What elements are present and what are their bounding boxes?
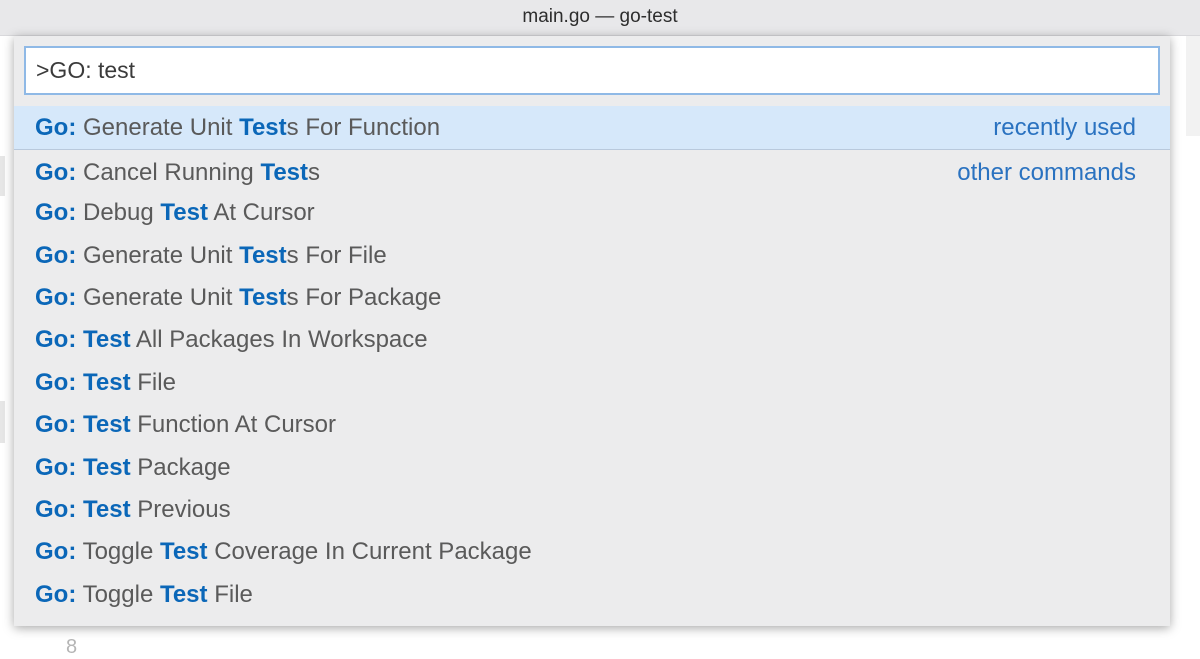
command-text: s — [308, 159, 321, 186]
command-match-highlight: Test — [83, 369, 131, 396]
command-match-highlight: Test — [160, 199, 208, 226]
title-bar: main.go — go-test — [0, 0, 1200, 36]
command-prefix: Go: — [35, 581, 77, 608]
command-item[interactable]: Go: Test File — [14, 361, 1170, 405]
command-match-highlight: Test — [260, 159, 309, 186]
command-match-highlight: Test — [83, 496, 131, 523]
command-item-label: Go: Generate Unit Tests For Package — [35, 284, 441, 312]
command-prefix: Go: — [35, 369, 77, 396]
command-item[interactable]: Go: Generate Unit Tests For Function rece… — [14, 106, 1170, 150]
command-item-label: Go: Toggle Test File — [35, 581, 253, 609]
command-prefix: Go: — [35, 454, 77, 481]
command-item[interactable]: Go: Toggle Test File — [14, 573, 1170, 617]
command-item[interactable]: Go: Debug Test At Cursor — [14, 191, 1170, 235]
command-prefix: Go: — [35, 199, 77, 226]
command-item-label: Go: Debug Test At Cursor — [35, 199, 315, 227]
command-item-label: Go: Cancel Running Tests — [35, 159, 320, 187]
command-text — [76, 369, 83, 396]
command-item[interactable]: Go: Generate Unit Tests For Package — [14, 276, 1170, 320]
command-text — [76, 326, 83, 353]
command-group-label: recently used — [993, 114, 1136, 141]
editor-scroll-edge — [1186, 36, 1200, 136]
command-item[interactable]: Go: Test Package — [14, 446, 1170, 490]
command-text — [76, 454, 83, 481]
command-text: Toggle — [76, 538, 160, 565]
command-match-highlight: Test — [83, 326, 131, 353]
command-item[interactable]: Go: Test Function At Cursor — [14, 403, 1170, 447]
command-text: Generate Unit — [76, 284, 240, 311]
command-text — [76, 411, 83, 438]
command-group-label: other commands — [957, 159, 1136, 186]
command-text: At Cursor — [207, 199, 315, 226]
command-item-label: Go: Test File — [35, 369, 176, 397]
command-text: Toggle — [76, 581, 160, 608]
command-text: Generate Unit — [76, 114, 240, 141]
gutter-marker — [0, 156, 5, 196]
command-item-label: Go: Generate Unit Tests For File — [35, 242, 387, 270]
command-text: All Packages In Workspace — [130, 326, 428, 353]
command-item[interactable]: Go: Toggle Test Coverage In Current Pack… — [14, 530, 1170, 574]
command-item-label: Go: Test All Packages In Workspace — [35, 326, 428, 354]
command-item[interactable]: Go: Test All Packages In Workspace — [14, 318, 1170, 362]
command-prefix: Go: — [35, 538, 77, 565]
command-text: File — [207, 581, 253, 608]
command-prefix: Go: — [35, 411, 77, 438]
command-text: Debug — [76, 199, 161, 226]
command-item[interactable]: Go: Cancel Running Tests other commands — [14, 151, 1170, 195]
command-match-highlight: Test — [239, 242, 287, 269]
command-item-label: Go: Test Function At Cursor — [35, 411, 336, 439]
command-prefix: Go: — [35, 242, 77, 269]
command-text: s For Function — [286, 114, 441, 141]
command-text: File — [130, 369, 176, 396]
command-text: Package — [130, 454, 231, 481]
command-input-container — [24, 46, 1160, 95]
command-match-highlight: Test — [159, 581, 208, 608]
command-text: Previous — [130, 496, 231, 523]
command-prefix: Go: — [35, 326, 77, 353]
command-text: Coverage In Current Package — [207, 538, 532, 565]
command-item-label: Go: Toggle Test Coverage In Current Pack… — [35, 538, 532, 566]
window-title: main.go — go-test — [522, 6, 678, 27]
command-prefix: Go: — [35, 159, 77, 186]
command-text: Generate Unit — [76, 242, 240, 269]
command-item-label: Go: Test Previous — [35, 496, 231, 524]
command-item[interactable]: Go: Test Previous — [14, 488, 1170, 532]
command-text: s For File — [286, 242, 387, 269]
command-prefix: Go: — [35, 114, 77, 141]
command-item-label: Go: Generate Unit Tests For Function — [35, 114, 440, 142]
command-match-highlight: Test — [83, 454, 131, 481]
command-text: s For Package — [286, 284, 442, 311]
command-text — [76, 496, 83, 523]
command-match-highlight: Test — [239, 284, 287, 311]
command-item-label: Go: Test Package — [35, 454, 231, 482]
command-prefix: Go: — [35, 284, 77, 311]
gutter-marker — [0, 401, 5, 443]
command-palette: Go: Generate Unit Tests For Functionrece… — [14, 36, 1170, 626]
command-text: Cancel Running — [76, 159, 261, 186]
command-text: Function At Cursor — [130, 411, 336, 438]
command-item[interactable]: Go: Generate Unit Tests For File — [14, 234, 1170, 278]
command-match-highlight: Test — [239, 114, 287, 141]
command-input[interactable] — [26, 48, 1158, 93]
command-match-highlight: Test — [159, 538, 208, 565]
command-prefix: Go: — [35, 496, 77, 523]
command-match-highlight: Test — [83, 411, 131, 438]
